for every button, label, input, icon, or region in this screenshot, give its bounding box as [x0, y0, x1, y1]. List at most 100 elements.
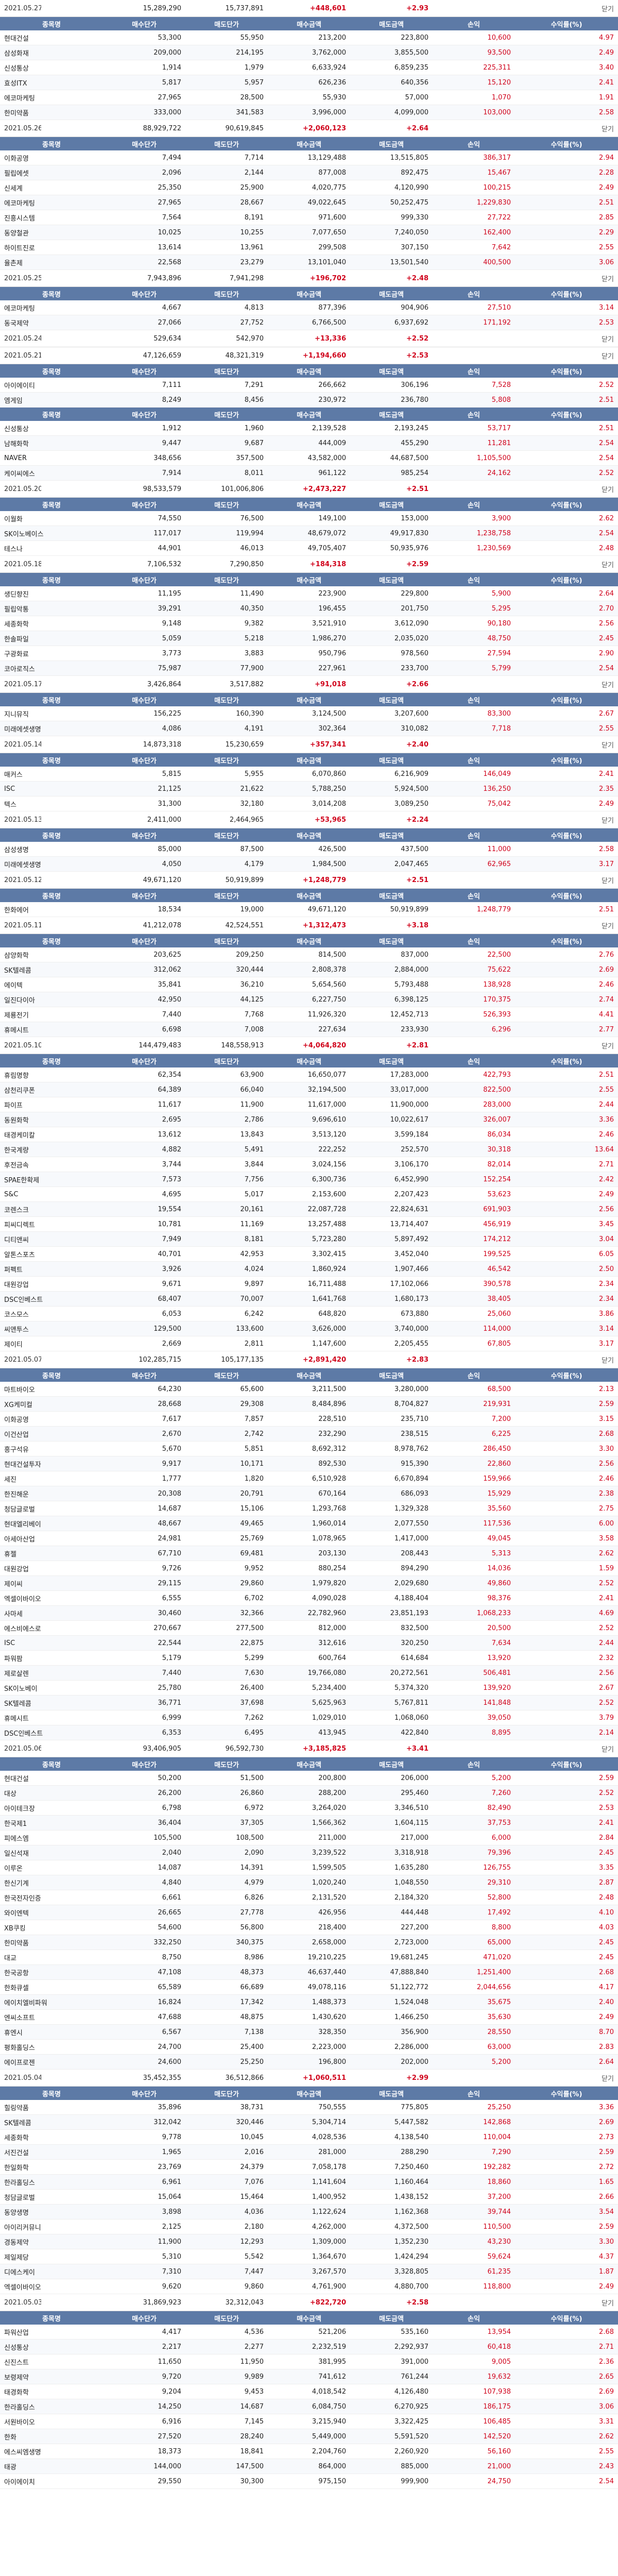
- table-row[interactable]: 코아로직스 75,987 77,900 227,961 233,700 5,799 2.54: [0, 661, 618, 676]
- close-button[interactable]: 닫기: [515, 124, 618, 133]
- table-row[interactable]: 동국제약 27,066 27,752 6,766,500 6,937,692 171,19…: [0, 315, 618, 330]
- table-row[interactable]: 미래에셋생명 4,050 4,179 1,984,500 2,047,465 62,965…: [0, 857, 618, 872]
- table-row[interactable]: 에이치엘비파워 16,824 17,342 1,488,373 1,524,048 35,…: [0, 1995, 618, 2010]
- table-row[interactable]: ISC 22,544 22,875 312,616 320,250 7,634 2.44: [0, 1636, 618, 1651]
- table-row[interactable]: 피에스엠 105,500 108,500 211,000 217,000 6,000 2.8…: [0, 1831, 618, 1845]
- table-row[interactable]: 매커스 5,815 5,955 6,070,860 6,216,909 146,049 2.…: [0, 767, 618, 782]
- table-row[interactable]: 에스씨엠생명 18,373 18,841 2,204,760 2,260,920 56,1…: [0, 2444, 618, 2459]
- table-row[interactable]: 남해화학 9,447 9,687 444,009 455,290 11,281 2.54: [0, 436, 618, 451]
- table-row[interactable]: ISC 21,125 21,622 5,788,250 5,924,500 136,250…: [0, 782, 618, 796]
- table-row[interactable]: 디티앤씨 7,949 8,181 5,723,280 5,897,492 174,212 3…: [0, 1232, 618, 1247]
- table-row[interactable]: 신세계 25,350 25,900 4,020,775 4,120,990 100,215…: [0, 180, 618, 195]
- table-row[interactable]: 일진다이아 42,950 44,125 6,227,750 6,398,125 170,3…: [0, 992, 618, 1007]
- table-row[interactable]: 힐링약품 35,896 38,731 750,555 775,805 25,250 3.36: [0, 2100, 618, 2115]
- close-button[interactable]: 닫기: [515, 351, 618, 361]
- table-row[interactable]: 세종화학 9,778 10,045 4,028,536 4,138,540 110,004…: [0, 2130, 618, 2145]
- close-button[interactable]: 닫기: [515, 680, 618, 689]
- table-row[interactable]: 퍼펙트 3,926 4,024 1,860,924 1,907,466 46,542 2.5…: [0, 1262, 618, 1277]
- table-row[interactable]: 세종화학 9,148 9,382 3,521,910 3,612,090 90,180 2.…: [0, 616, 618, 631]
- table-row[interactable]: 한국공항 47,108 48,373 46,637,440 47,888,840 1,25…: [0, 1965, 618, 1980]
- close-button[interactable]: 닫기: [515, 1744, 618, 1754]
- table-row[interactable]: SK텔레콤 312,062 320,444 2,808,378 2,884,000 75,…: [0, 962, 618, 977]
- table-row[interactable]: 제룡전기 7,440 7,768 11,926,320 12,452,713 526,39…: [0, 1007, 618, 1022]
- table-row[interactable]: 대교 8,750 8,986 19,210,225 19,681,245 471,020 2…: [0, 1950, 618, 1965]
- table-row[interactable]: 경동제약 11,900 12,293 1,309,000 1,352,230 43,230…: [0, 2234, 618, 2249]
- table-row[interactable]: 이월화 74,550 76,500 149,100 153,000 3,900 2.62: [0, 511, 618, 526]
- close-button[interactable]: 닫기: [515, 1041, 618, 1050]
- table-row[interactable]: XG케미컬 28,668 29,308 8,484,896 8,704,827 219,9…: [0, 1397, 618, 1412]
- table-row[interactable]: 후전금속 3,744 3,844 3,024,156 3,106,170 82,014 2.…: [0, 1157, 618, 1172]
- table-row[interactable]: 아이에이티 7,111 7,291 266,662 306,196 7,528 2.52: [0, 378, 618, 393]
- table-row[interactable]: 이화공영 7,494 7,714 13,129,488 13,515,805 386,31…: [0, 150, 618, 165]
- table-row[interactable]: 아이리커뮤니 2,125 2,180 4,262,000 4,372,500 110,50…: [0, 2219, 618, 2234]
- table-row[interactable]: 대상 26,200 26,860 288,200 295,460 7,260 2.52: [0, 1786, 618, 1801]
- table-row[interactable]: 삼천리쿠폰 64,389 66,040 32,194,500 33,017,000 822…: [0, 1082, 618, 1097]
- table-row[interactable]: 한국계량 4,882 5,491 222,252 252,570 30,318 13.64: [0, 1142, 618, 1157]
- table-row[interactable]: DSC인베스트 68,407 70,007 1,641,768 1,680,173 38,…: [0, 1292, 618, 1307]
- table-row[interactable]: 현대건설 50,200 51,500 200,800 206,000 5,200 2.59: [0, 1771, 618, 1786]
- close-button[interactable]: 닫기: [515, 1355, 618, 1365]
- table-row[interactable]: 파워산업 4,417 4,536 521,206 535,160 13,954 2.68: [0, 2325, 618, 2340]
- table-row[interactable]: 엑셀이바이오 9,620 9,860 4,761,900 4,880,700 118,80…: [0, 2279, 618, 2294]
- close-button[interactable]: 닫기: [515, 740, 618, 750]
- table-row[interactable]: 휴젤 67,710 69,481 203,130 208,443 5,313 2.62: [0, 1546, 618, 1561]
- table-row[interactable]: 효성ITX 5,817 5,957 626,236 640,356 15,120 2.41: [0, 75, 618, 90]
- table-row[interactable]: 태경케미칼 13,612 13,843 3,513,120 3,599,184 86,03…: [0, 1127, 618, 1142]
- table-row[interactable]: 테스나 44,901 46,013 49,705,407 50,935,976 1,230…: [0, 541, 618, 556]
- table-row[interactable]: 현대건설 53,300 55,950 213,200 223,800 10,600 4.97: [0, 30, 618, 45]
- table-row[interactable]: 아이에이치 29,550 30,300 975,150 999,900 24,750 2.5…: [0, 2474, 618, 2489]
- table-row[interactable]: 한미약품 332,250 340,375 2,658,000 2,723,000 65,0…: [0, 1935, 618, 1950]
- table-row[interactable]: 한라홀딩스 14,250 14,687 6,084,750 6,270,925 186,1…: [0, 2399, 618, 2414]
- table-row[interactable]: 에코마케팅 27,965 28,667 49,022,645 50,252,475 1,2…: [0, 195, 618, 210]
- table-row[interactable]: 한라홀딩스 6,961 7,076 1,141,604 1,160,464 18,860 1…: [0, 2175, 618, 2190]
- table-row[interactable]: 현대엘리베이 48,667 49,465 1,960,014 2,077,550 117,…: [0, 1516, 618, 1531]
- table-row[interactable]: 한국전자인증 6,661 6,826 2,131,520 2,184,320 52,800…: [0, 1890, 618, 1905]
- table-row[interactable]: 흥구석유 5,670 5,851 8,692,312 8,978,762 286,450 3…: [0, 1442, 618, 1456]
- table-row[interactable]: XB쿠킹 54,600 56,800 218,400 227,200 8,800 4.03: [0, 1920, 618, 1935]
- close-button[interactable]: 닫기: [515, 484, 618, 494]
- table-row[interactable]: 한진해운 20,308 20,791 670,164 686,093 15,929 2.38: [0, 1486, 618, 1501]
- table-row[interactable]: 코스모스 6,053 6,242 648,820 673,880 25,060 3.86: [0, 1307, 618, 1321]
- table-row[interactable]: 삼양화학 203,625 209,250 814,500 837,000 22,500 2.…: [0, 947, 618, 962]
- table-row[interactable]: 알톤스포츠 40,701 42,953 3,302,415 3,452,040 199,5…: [0, 1247, 618, 1262]
- table-row[interactable]: SK이노베이스 117,017 119,994 48,679,072 49,917,83…: [0, 526, 618, 541]
- table-row[interactable]: 제로살렌 7,440 7,630 19,766,080 20,272,561 506,48…: [0, 1666, 618, 1681]
- table-row[interactable]: 동양철관 10,025 10,255 7,077,650 7,240,050 162,40…: [0, 225, 618, 240]
- table-row[interactable]: 제이티 2,669 2,811 1,147,600 2,205,455 67,805 3.1…: [0, 1336, 618, 1351]
- table-row[interactable]: S&C 4,695 5,017 2,153,600 2,207,423 53,623 2.4…: [0, 1187, 618, 1202]
- table-row[interactable]: 현대건설투자 9,917 10,171 892,530 915,390 22,860 2.5…: [0, 1456, 618, 1471]
- table-row[interactable]: 필립악통 39,291 40,350 196,455 201,750 5,295 2.70: [0, 601, 618, 616]
- table-row[interactable]: 동원화학 2,695 2,786 9,696,610 10,022,617 326,007…: [0, 1112, 618, 1127]
- close-button[interactable]: 닫기: [515, 875, 618, 885]
- table-row[interactable]: 신진스트 11,650 11,950 381,995 391,000 9,005 2.36: [0, 2354, 618, 2369]
- table-row[interactable]: 율촌제 22,568 23,279 13,101,040 13,501,540 400,5…: [0, 255, 618, 270]
- table-row[interactable]: 동양생명 3,898 4,036 1,122,624 1,162,368 39,744 3.…: [0, 2205, 618, 2219]
- table-row[interactable]: 씨앤투스 129,500 133,600 3,626,000 3,740,000 114,…: [0, 1321, 618, 1336]
- table-row[interactable]: 청담글로벌 14,687 15,106 1,293,768 1,329,328 35,56…: [0, 1501, 618, 1516]
- table-row[interactable]: 이화공영 7,617 7,857 228,510 235,710 7,200 3.15: [0, 1412, 618, 1427]
- table-row[interactable]: SK텔레콤 312,042 320,446 5,304,714 5,447,582 142…: [0, 2115, 618, 2130]
- table-row[interactable]: 아이테크장 6,798 6,972 3,264,020 3,346,510 82,490 2…: [0, 1801, 618, 1816]
- table-row[interactable]: 케이씨에스 7,914 8,011 961,122 985,254 24,162 2.52: [0, 466, 618, 481]
- table-row[interactable]: 한미약품 333,000 341,583 3,996,000 4,099,000 103,…: [0, 105, 618, 120]
- table-row[interactable]: 삼성생명 85,000 87,500 426,500 437,500 11,000 2.58: [0, 842, 618, 857]
- table-row[interactable]: 한일화학 23,769 24,379 7,058,178 7,250,460 192,28…: [0, 2160, 618, 2175]
- table-row[interactable]: 구광화료 3,773 3,883 950,796 978,560 27,594 2.90: [0, 646, 618, 661]
- close-button[interactable]: 닫기: [515, 274, 618, 283]
- table-row[interactable]: SPAE한확제 7,573 7,756 6,300,736 6,452,990 152,2…: [0, 1172, 618, 1187]
- table-row[interactable]: 엠게임 8,249 8,456 230,972 236,780 5,808 2.51: [0, 393, 618, 408]
- table-row[interactable]: 신성통상 2,217 2,277 2,232,519 2,292,937 60,418 2.…: [0, 2340, 618, 2354]
- table-row[interactable]: 신성통상 1,912 1,960 2,139,528 2,193,245 53,717 2.…: [0, 421, 618, 436]
- table-row[interactable]: 청담글로벌 15,064 15,464 1,400,952 1,438,152 37,20…: [0, 2190, 618, 2205]
- table-row[interactable]: 서진건설 1,965 2,016 281,000 288,290 7,290 2.59: [0, 2145, 618, 2160]
- table-row[interactable]: 평화홀딩스 24,700 25,400 2,223,000 2,286,000 63,00…: [0, 2040, 618, 2055]
- table-row[interactable]: 태경화학 9,204 9,453 4,018,542 4,126,480 107,938 2…: [0, 2384, 618, 2399]
- table-row[interactable]: 휴림명향 62,354 63,900 16,650,077 17,283,000 422,…: [0, 1067, 618, 1082]
- table-row[interactable]: 마트바이오 64,230 65,600 3,211,500 3,280,000 68,50…: [0, 1382, 618, 1397]
- table-row[interactable]: 에코마케팅 4,667 4,813 877,396 904,906 27,510 3.14: [0, 300, 618, 315]
- table-row[interactable]: 삼성화재 209,000 214,195 3,762,000 3,855,500 93,5…: [0, 45, 618, 60]
- close-button[interactable]: 닫기: [515, 921, 618, 930]
- table-row[interactable]: 텍스 31,300 32,180 3,014,208 3,089,250 75,042 2.…: [0, 796, 618, 811]
- table-row[interactable]: 한화큐셀 65,589 66,689 49,078,116 51,122,772 2,04…: [0, 1980, 618, 1995]
- table-row[interactable]: 생딘향진 11,195 11,490 223,900 229,800 5,900 2.64: [0, 586, 618, 601]
